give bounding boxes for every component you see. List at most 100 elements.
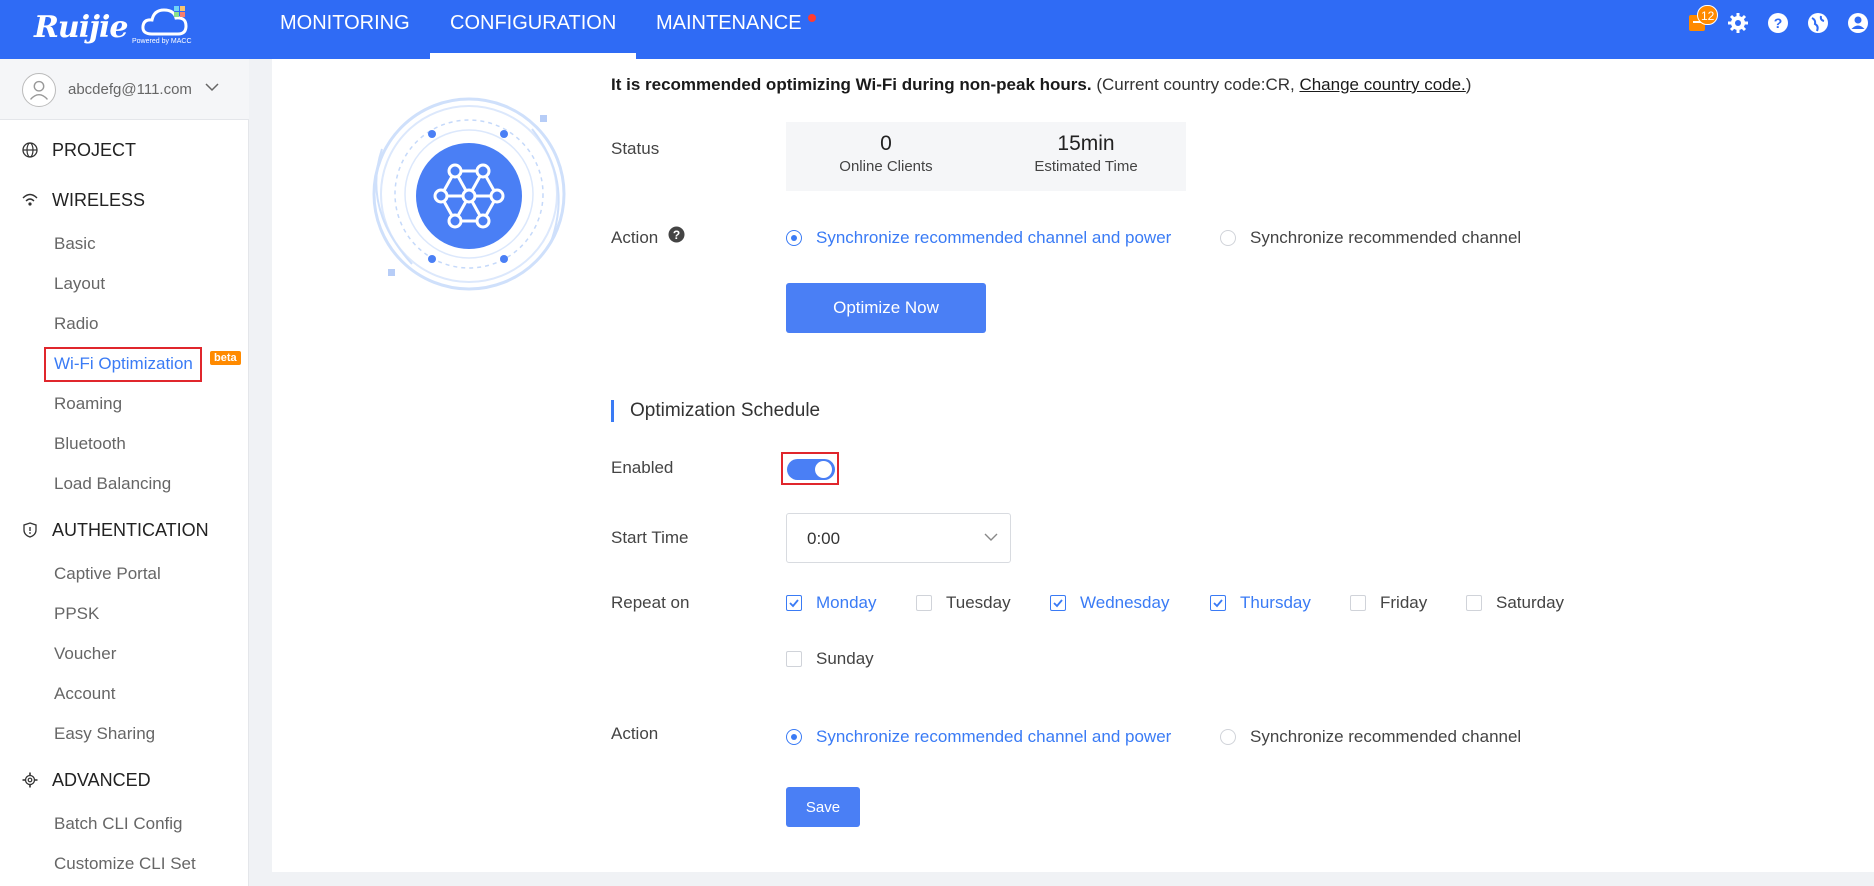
help-circle-icon[interactable]: ? bbox=[668, 226, 685, 243]
radio-button-selected[interactable] bbox=[786, 729, 802, 745]
online-clients-stat: 0 Online Clients bbox=[786, 132, 986, 175]
sidebar-section-wireless[interactable]: WIRELESS bbox=[22, 188, 145, 212]
sidebar-item-wifi-optimization[interactable]: Wi-Fi Optimization bbox=[54, 354, 193, 374]
change-country-code-link[interactable]: Change country code. bbox=[1299, 75, 1465, 94]
day-tuesday[interactable]: Tuesday bbox=[916, 593, 1011, 613]
start-time-select[interactable]: 0:00 bbox=[786, 513, 1011, 563]
checkbox[interactable] bbox=[1466, 595, 1482, 611]
estimated-time-value: 15min bbox=[1057, 132, 1115, 155]
checkbox-label: Wednesday bbox=[1080, 593, 1170, 612]
schedule-action-option-channel-only[interactable]: Synchronize recommended channel bbox=[1220, 727, 1521, 747]
checkbox[interactable] bbox=[1350, 595, 1366, 611]
recommendation-bold: It is recommended optimizing Wi-Fi durin… bbox=[611, 75, 1092, 94]
day-monday[interactable]: Monday bbox=[786, 593, 876, 613]
checkbox-checked[interactable] bbox=[1050, 595, 1066, 611]
sidebar-item-account[interactable]: Account bbox=[54, 684, 115, 704]
network-optimization-illustration bbox=[372, 97, 566, 291]
check-icon bbox=[1213, 599, 1223, 608]
toggle-knob bbox=[815, 461, 832, 478]
cloud-icon bbox=[141, 6, 188, 36]
checkbox-label: Friday bbox=[1380, 593, 1428, 612]
svg-text:?: ? bbox=[673, 228, 680, 242]
day-thursday[interactable]: Thursday bbox=[1210, 593, 1311, 613]
sidebar-item-bluetooth[interactable]: Bluetooth bbox=[54, 434, 126, 454]
day-wednesday[interactable]: Wednesday bbox=[1050, 593, 1169, 613]
action-label: Action bbox=[611, 228, 659, 247]
chevron-down-icon bbox=[984, 533, 998, 541]
start-time-label: Start Time bbox=[611, 528, 689, 547]
online-clients-value: 0 bbox=[880, 132, 892, 155]
shield-icon bbox=[23, 522, 37, 538]
sidebar-section-project[interactable]: PROJECT bbox=[22, 138, 136, 162]
chevron-down-icon bbox=[205, 83, 219, 92]
sidebar-item-ppsk[interactable]: PPSK bbox=[54, 604, 99, 624]
radio-label: Synchronize recommended channel and powe… bbox=[816, 727, 1172, 746]
language-icon[interactable] bbox=[1807, 12, 1829, 34]
day-friday[interactable]: Friday bbox=[1350, 593, 1427, 613]
help-icon[interactable]: ? bbox=[1767, 12, 1789, 34]
checkbox-checked[interactable] bbox=[786, 595, 802, 611]
sidebar-item-customize-cli-set[interactable]: Customize CLI Set bbox=[54, 854, 196, 874]
schedule-action-option-channel-power[interactable]: Synchronize recommended channel and powe… bbox=[786, 727, 1171, 747]
sidebar-section-advanced[interactable]: ADVANCED bbox=[22, 768, 151, 792]
radio-button-selected[interactable] bbox=[786, 230, 802, 246]
logo-text: Ruijie bbox=[34, 10, 128, 45]
sidebar-item-batch-cli-config[interactable]: Batch CLI Config bbox=[54, 814, 183, 834]
online-clients-caption: Online Clients bbox=[839, 158, 933, 175]
check-icon bbox=[1053, 599, 1063, 608]
wifi-icon bbox=[22, 193, 38, 206]
sidebar-item-easy-sharing[interactable]: Easy Sharing bbox=[54, 724, 155, 744]
ruijie-logo[interactable]: Ruijie Powered by MACC bbox=[34, 4, 194, 50]
radio-label: Synchronize recommended channel bbox=[1250, 228, 1522, 247]
recommendation-close: ) bbox=[1465, 75, 1472, 94]
optimize-now-button[interactable]: Optimize Now bbox=[786, 283, 986, 333]
sidebar-item-layout[interactable]: Layout bbox=[54, 274, 105, 294]
action-option-channel-only[interactable]: Synchronize recommended channel bbox=[1220, 228, 1521, 248]
notification-count-badge: 12 bbox=[1697, 5, 1719, 25]
gear-icon bbox=[22, 772, 38, 788]
checkbox[interactable] bbox=[786, 651, 802, 667]
recommendation-text: It is recommended optimizing Wi-Fi durin… bbox=[611, 75, 1471, 95]
day-saturday[interactable]: Saturday bbox=[1466, 593, 1564, 613]
radio-label: Synchronize recommended channel and powe… bbox=[816, 228, 1172, 247]
sidebar-section-label: AUTHENTICATION bbox=[52, 519, 209, 540]
globe-icon bbox=[22, 142, 38, 158]
radio-label: Synchronize recommended channel bbox=[1250, 727, 1522, 746]
nav-configuration[interactable]: CONFIGURATION bbox=[450, 0, 617, 59]
radio-button[interactable] bbox=[1220, 729, 1236, 745]
enabled-label: Enabled bbox=[611, 458, 674, 477]
checkbox-label: Saturday bbox=[1496, 593, 1565, 612]
settings-icon[interactable] bbox=[1727, 12, 1749, 34]
optimization-schedule-title: Optimization Schedule bbox=[611, 400, 820, 422]
top-navigation-bar: Ruijie Powered by MACC MONITORING CONFIG… bbox=[0, 0, 1874, 59]
start-time-value: 0:00 bbox=[807, 529, 841, 548]
sidebar-item-voucher[interactable]: Voucher bbox=[54, 644, 116, 664]
checkbox-label: Tuesday bbox=[946, 593, 1011, 612]
sidebar-item-basic[interactable]: Basic bbox=[54, 234, 96, 254]
nav-monitoring[interactable]: MONITORING bbox=[280, 0, 410, 59]
radio-button[interactable] bbox=[1220, 230, 1236, 246]
svg-text:?: ? bbox=[1774, 15, 1783, 31]
user-email: abcdefg@111.com bbox=[68, 81, 192, 98]
checkbox-checked[interactable] bbox=[1210, 595, 1226, 611]
estimated-time-stat: 15min Estimated Time bbox=[986, 132, 1186, 175]
sidebar-section-authentication[interactable]: AUTHENTICATION bbox=[22, 518, 209, 542]
sidebar-item-load-balancing[interactable]: Load Balancing bbox=[54, 474, 171, 494]
enabled-toggle-highlight bbox=[781, 452, 839, 485]
checkbox-label: Sunday bbox=[816, 649, 874, 668]
user-account-selector[interactable]: abcdefg@111.com bbox=[0, 59, 249, 120]
sidebar-item-captive-portal[interactable]: Captive Portal bbox=[54, 564, 161, 584]
user-account-icon[interactable] bbox=[1847, 12, 1869, 34]
repeat-on-label: Repeat on bbox=[611, 593, 690, 612]
checkbox[interactable] bbox=[916, 595, 932, 611]
schedule-action-label: Action bbox=[611, 724, 659, 743]
avatar-icon bbox=[22, 73, 56, 107]
action-option-channel-power[interactable]: Synchronize recommended channel and powe… bbox=[786, 228, 1171, 248]
powered-by-text: Powered by MACC bbox=[132, 38, 192, 45]
enabled-toggle[interactable] bbox=[787, 459, 835, 480]
sidebar-item-roaming[interactable]: Roaming bbox=[54, 394, 122, 414]
day-sunday[interactable]: Sunday bbox=[786, 649, 874, 669]
save-button[interactable]: Save bbox=[786, 787, 860, 827]
sidebar-item-radio[interactable]: Radio bbox=[54, 314, 98, 334]
nav-maintenance[interactable]: MAINTENANCE bbox=[656, 0, 802, 59]
